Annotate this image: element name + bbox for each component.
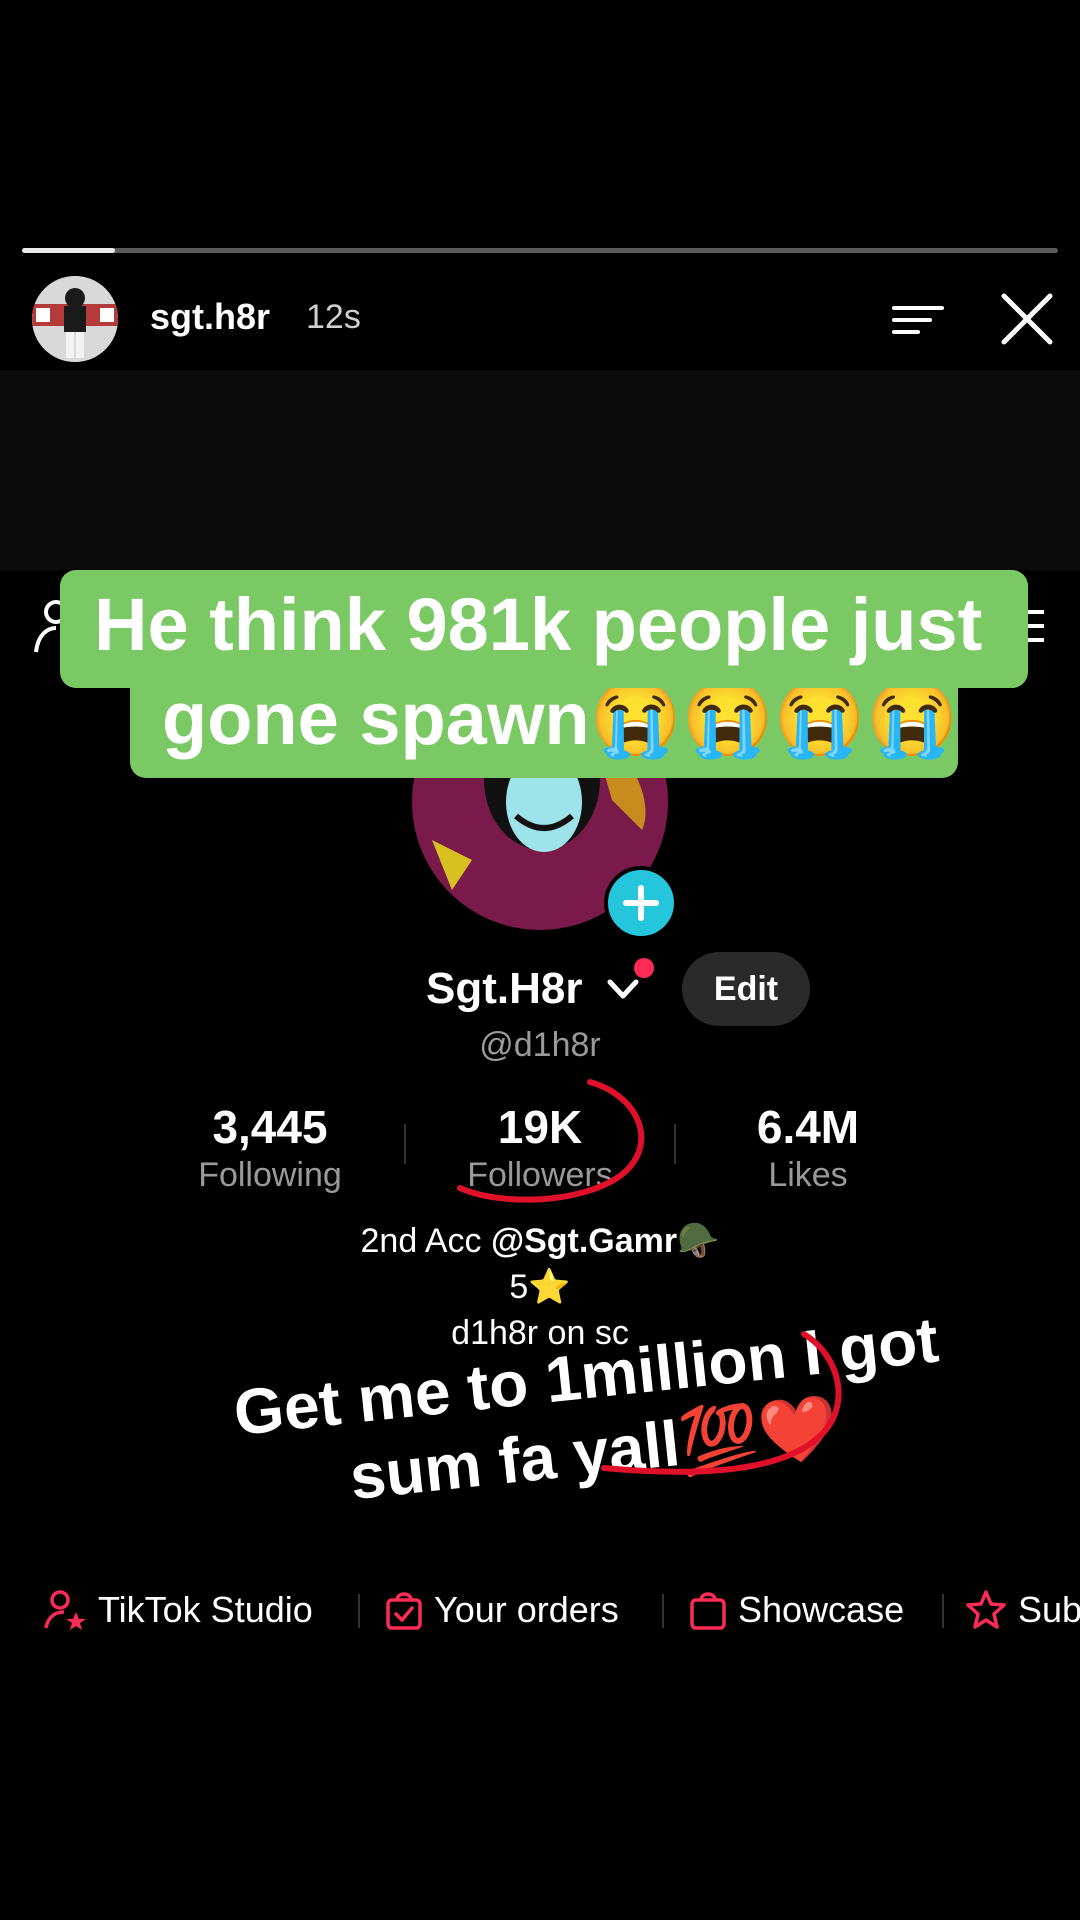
- studio-person-star-icon: [44, 1590, 86, 1630]
- helmet-emoji: 🪖: [677, 1222, 720, 1260]
- following-label: Following: [198, 1156, 342, 1194]
- add-story-plus-icon[interactable]: [604, 866, 678, 940]
- stat-likes[interactable]: 6.4M Likes: [698, 1100, 918, 1195]
- story-progress-bar: [22, 248, 1058, 253]
- avatar-image: [32, 276, 118, 362]
- shortcut-divider: [358, 1594, 360, 1628]
- shortcut-label: Your orders: [434, 1589, 619, 1630]
- bio-prefix: 2nd Acc: [360, 1222, 491, 1260]
- shortcut-your-orders[interactable]: Your orders: [384, 1580, 619, 1640]
- orders-bag-icon: [386, 1592, 422, 1630]
- shortcut-subscription[interactable]: Sub: [964, 1580, 1080, 1640]
- notification-dot: [634, 958, 654, 978]
- shortcut-divider: [662, 1594, 664, 1628]
- bio-line-1: 2nd Acc @Sgt.Gamr🪖: [0, 1218, 1080, 1264]
- screenshot-top-band: [0, 370, 1080, 570]
- likes-count: 6.4M: [756, 1101, 860, 1153]
- profile-display-name[interactable]: Sgt.H8r: [426, 964, 582, 1014]
- stat-following[interactable]: 3,445 Following: [160, 1100, 380, 1195]
- following-count: 3,445: [212, 1101, 328, 1153]
- profile-handle: @d1h8r: [479, 1026, 601, 1064]
- likes-label: Likes: [768, 1156, 848, 1194]
- bio-linked-account[interactable]: @Sgt.Gamr: [491, 1222, 677, 1260]
- profile-shortcuts-bar: TikTok Studio Your orders Showcase Sub: [0, 1580, 1080, 1640]
- caption-line-1: He think 981k people just: [94, 583, 983, 666]
- shortcut-label: TikTok Studio: [98, 1589, 313, 1630]
- edit-profile-button[interactable]: Edit: [682, 952, 810, 1026]
- caption-line-1-bg: He think 981k people just: [60, 570, 1028, 688]
- shortcut-label: Sub: [1018, 1589, 1080, 1630]
- shortcut-showcase[interactable]: Showcase: [688, 1580, 904, 1640]
- showcase-bag-icon: [690, 1592, 726, 1630]
- red-annotation-scribble: [601, 1331, 842, 1475]
- close-icon[interactable]: [996, 288, 1058, 350]
- subscription-star-icon: [966, 1590, 1006, 1629]
- caption-overlay: gone spawn😭😭😭😭 He think 981k people just: [60, 570, 1028, 780]
- story-avatar[interactable]: [32, 276, 118, 362]
- story-progress-fill: [22, 248, 116, 253]
- story-username[interactable]: sgt.h8r: [150, 296, 270, 338]
- red-annotation-circle: [457, 1079, 645, 1203]
- caption-line-2: gone spawn😭😭😭😭: [162, 677, 959, 760]
- story-timestamp: 12s: [306, 298, 361, 336]
- shortcut-tiktok-studio[interactable]: TikTok Studio: [44, 1580, 313, 1640]
- shortcut-label: Showcase: [738, 1589, 905, 1630]
- shortcut-divider: [942, 1594, 944, 1628]
- filter-icon[interactable]: [890, 300, 946, 340]
- chevron-down-icon[interactable]: [606, 976, 640, 1002]
- stat-divider: [404, 1124, 406, 1164]
